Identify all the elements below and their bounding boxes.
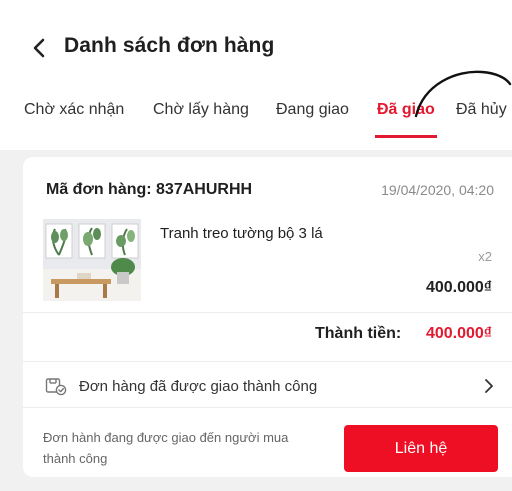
page-title: Danh sách đơn hàng — [64, 34, 275, 57]
chevron-left-icon — [33, 38, 45, 58]
tab-dang-giao[interactable]: Đang giao — [276, 101, 349, 119]
app-header: Danh sách đơn hàng Chờ xác nhận Chờ lấy … — [0, 0, 512, 150]
active-tab-indicator — [375, 135, 437, 138]
total-label: Thành tiền: — [315, 325, 402, 342]
product-name: Tranh treo tường bộ 3 lá — [160, 225, 323, 242]
order-card[interactable]: Mã đơn hàng: 837AHURHH 19/04/2020, 04:20 — [23, 157, 512, 477]
annotation-arc — [414, 70, 512, 118]
product-thumbnail[interactable] — [43, 219, 141, 301]
tab-cho-lay-hang[interactable]: Chờ lấy hàng — [153, 101, 249, 119]
delivery-note: Đơn hành đang được giao đến người mua th… — [43, 430, 289, 466]
order-date: 19/04/2020, 04:20 — [381, 182, 494, 198]
back-button[interactable] — [28, 36, 50, 60]
product-price: 400.000₫ — [425, 279, 492, 296]
divider — [23, 407, 512, 408]
chevron-right-icon — [485, 379, 493, 393]
order-id: Mã đơn hàng: 837AHURHH — [46, 181, 253, 198]
contact-button[interactable]: Liên hệ — [344, 425, 498, 472]
tab-cho-xac-nhan[interactable]: Chờ xác nhận — [24, 101, 124, 119]
total-value: 400.000₫ — [425, 325, 492, 342]
divider — [23, 312, 512, 313]
delivery-status-text: Đơn hàng đã được giao thành công — [79, 378, 318, 395]
product-quantity: x2 — [478, 249, 492, 264]
delivery-status-row[interactable]: Đơn hàng đã được giao thành công — [23, 362, 512, 408]
delivery-box-icon — [45, 378, 67, 396]
